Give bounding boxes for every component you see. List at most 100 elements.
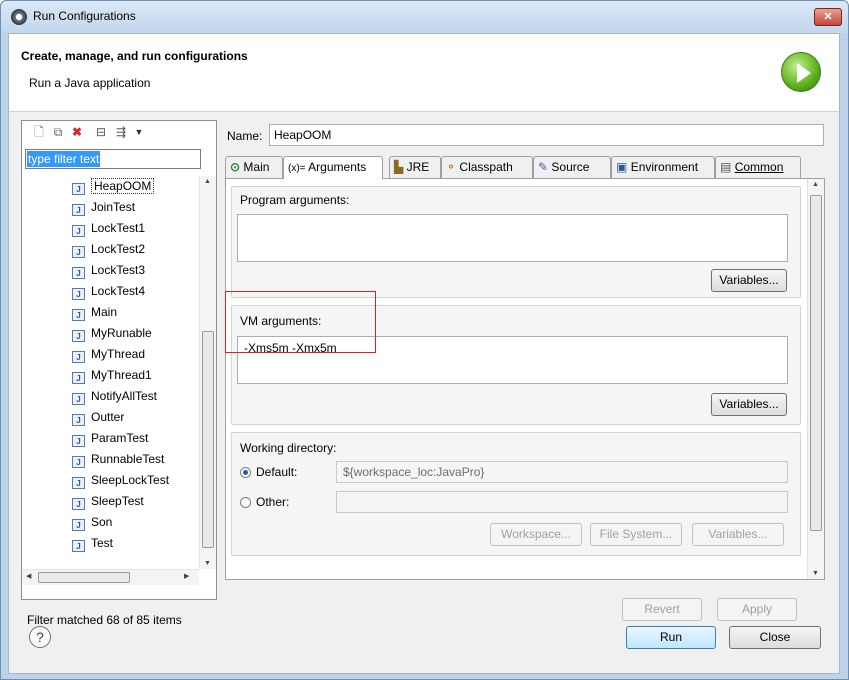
tree-item[interactable]: J JoinTest [72,197,135,217]
java-class-icon: J [72,246,85,258]
help-icon[interactable]: ? [29,626,51,648]
tree-item-label: LockTest4 [91,284,146,298]
tree-item-label: SleepTest [91,494,144,508]
tab-common[interactable]: ▤ Common [715,156,801,178]
configuration-tabs: ⊙ Main (x)= Arguments ▙ JRE ⚬ Classpath … [225,156,805,179]
java-class-icon: J [72,330,85,342]
tree-item[interactable]: J LockTest3 [72,260,145,280]
file-system-button[interactable]: File System... [590,523,682,546]
tree-scroll-thumb[interactable] [202,331,214,548]
header-title: Create, manage, and run configurations [21,49,248,63]
tree-item-label: LockTest1 [91,221,146,235]
close-window-button[interactable]: ✕ [814,8,842,26]
java-class-icon: J [72,498,85,510]
tree-item[interactable]: J MyThread [72,344,145,364]
tab-environment-label: Environment [630,160,699,174]
name-field[interactable]: HeapOOM [269,124,824,146]
program-variables-button[interactable]: Variables... [711,269,787,292]
tree-item[interactable]: J Main [72,302,117,322]
tree-item-label: Son [91,515,113,529]
java-class-icon: J [72,372,85,384]
tree-item-label: Test [91,536,114,550]
duplicate-icon[interactable]: ⧉ [51,125,65,139]
java-class-icon: J [72,519,85,531]
filter-input[interactable]: type filter text [25,149,201,169]
content-scroll-up-icon[interactable]: ▲ [812,181,819,188]
tab-classpath[interactable]: ⚬ Classpath [441,156,533,178]
run-button[interactable]: Run [626,626,716,649]
default-directory-field: ${workspace_loc:JavaPro} [336,461,788,483]
scroll-up-icon[interactable]: ▲ [204,178,211,185]
name-label: Name: [227,129,263,143]
program-arguments-input[interactable] [237,214,788,262]
configuration-tree: J HeapOOM J JoinTest J LockTest1 J LockTest2 J Lo… [22,176,192,566]
view-menu-icon[interactable]: ▼ [132,125,146,139]
tree-item[interactable]: J SleepTest [72,491,144,511]
other-label: Other: [256,495,290,509]
tree-item-label: LockTest2 [91,242,146,256]
source-tab-icon: ✎ [538,160,549,174]
content-scroll-thumb[interactable] [810,195,822,531]
content-vertical-scrollbar[interactable]: ▲ ▼ [807,179,824,579]
tree-item[interactable]: J ParamTest [72,428,148,448]
other-directory-field [336,491,788,513]
tab-source[interactable]: ✎ Source [533,156,611,178]
tab-jre-label: JRE [406,160,430,174]
tree-item[interactable]: J HeapOOM [72,176,155,196]
tree-item[interactable]: J MyRunable [72,323,152,343]
tree-item-label: HeapOOM [91,178,155,194]
java-class-icon: J [72,183,85,195]
content-scroll-down-icon[interactable]: ▼ [812,570,819,577]
working-variables-button[interactable]: Variables... [692,523,784,546]
default-label: Default: [256,465,298,479]
scroll-down-icon[interactable]: ▼ [204,560,211,567]
collapse-all-icon[interactable]: ⊟ [94,125,108,139]
dialog-header: Create, manage, and run configurations R… [9,34,839,112]
tree-item-label: MyRunable [91,326,152,340]
other-radio[interactable] [240,497,251,508]
tab-jre[interactable]: ▙ JRE [389,156,441,178]
tree-item[interactable]: J LockTest2 [72,239,145,259]
tab-arguments[interactable]: (x)= Arguments [283,156,383,179]
dialog-footer: ? Run Close [9,606,839,674]
close-button[interactable]: Close [729,626,821,649]
tree-item[interactable]: J RunnableTest [72,449,164,469]
tree-item-label: Main [91,305,118,319]
tree-item[interactable]: J MyThread1 [72,365,152,385]
scroll-right-icon[interactable]: ▶ [184,572,189,580]
delete-icon[interactable]: ✖ [70,125,84,139]
tree-horizontal-scrollbar[interactable]: ◀ ▶ [22,569,199,585]
scroll-left-icon[interactable]: ◀ [26,572,31,580]
java-class-icon: J [72,456,85,468]
tree-item[interactable]: J Outter [72,407,124,427]
workspace-button[interactable]: Workspace... [490,523,582,546]
tree-vertical-scrollbar[interactable]: ▲ ▼ [199,176,216,569]
vm-variables-button[interactable]: Variables... [711,393,787,416]
tab-classpath-label: Classpath [459,160,513,174]
tree-item-label: ParamTest [91,431,149,445]
new-configuration-icon[interactable]: 🗋 [32,125,46,139]
java-class-icon: J [72,393,85,405]
tab-environment[interactable]: ▣ Environment [611,156,715,178]
tree-item[interactable]: J LockTest4 [72,281,145,301]
java-class-icon: J [72,309,85,321]
tree-item[interactable]: J LockTest1 [72,218,145,238]
java-class-icon: J [72,540,85,552]
tree-item-label: NotifyAllTest [91,389,158,403]
java-class-icon: J [72,414,85,426]
filter-icon[interactable]: ⇶ [114,125,128,139]
tab-main[interactable]: ⊙ Main [225,156,283,178]
dialog-client: Create, manage, and run configurations R… [8,33,840,674]
default-radio[interactable] [240,467,251,478]
classpath-tab-icon: ⚬ [446,160,457,174]
filter-placeholder: type filter text [27,151,101,167]
configurations-toolbar: 🗋 ⧉ ✖ ⊟ ⇶ ▼ [22,121,216,145]
run-configurations-window: Run Configurations ✕ Create, manage, and… [0,0,849,680]
tree-item[interactable]: J Test [72,533,113,553]
tree-item[interactable]: J Son [72,512,112,532]
tree-hscroll-thumb[interactable] [38,572,130,583]
tree-item[interactable]: J SleepLockTest [72,470,169,490]
main-tab-icon: ⊙ [230,160,241,174]
vm-arguments-highlight [225,291,376,353]
tree-item[interactable]: J NotifyAllTest [72,386,157,406]
